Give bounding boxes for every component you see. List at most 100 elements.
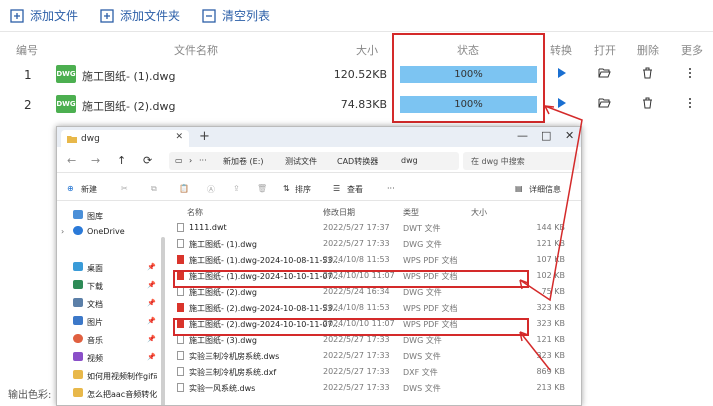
folder-icon: [73, 388, 83, 397]
app-toolbar: 添加文件 添加文件夹 清空列表: [0, 0, 713, 32]
col-date-header[interactable]: 修改日期: [323, 207, 355, 218]
details-button[interactable]: 详细信息: [529, 184, 561, 195]
file-row[interactable]: 施工图纸- (2).dwg-2024-10-08-11-53... 2024/10…: [169, 301, 581, 315]
clear-list-icon: [202, 8, 216, 23]
rename-icon[interactable]: Ⓐ: [207, 184, 215, 195]
file-row[interactable]: 1111.dwt 2022/5/27 17:37 DWT 文件 144 KB: [169, 221, 581, 235]
col-num: 编号: [16, 44, 38, 57]
new-tab-icon[interactable]: +: [199, 129, 210, 144]
pin-icon: 📌: [147, 299, 156, 307]
monitor-icon: ▭: [175, 156, 183, 165]
share-icon[interactable]: ⇪: [233, 184, 240, 193]
breadcrumb-folder3[interactable]: dwg: [401, 156, 418, 165]
sidebar-item-music[interactable]: 音乐 📌: [57, 333, 157, 347]
file-size: 121 KB: [536, 239, 565, 248]
more-icon[interactable]: [688, 67, 692, 82]
chevron-right-icon[interactable]: ›: [61, 227, 64, 236]
copy-icon[interactable]: ⧉: [151, 184, 157, 194]
add-file-button[interactable]: 添加文件: [10, 7, 78, 24]
sidebar-item-label: 视频: [87, 354, 103, 363]
file-row[interactable]: 实验三制冷机房系统.dxf 2022/5/27 17:33 DXF 文件 869 KB: [169, 365, 581, 379]
file-name: 施工图纸- (2).dwg: [189, 288, 258, 297]
file-row[interactable]: 实验三制冷机房系统.dws 2022/5/27 17:33 DWS 文件 323 KB: [169, 349, 581, 363]
new-button[interactable]: 新建: [81, 184, 97, 195]
minimize-icon[interactable]: —: [517, 129, 528, 142]
sidebar-item-onedrive[interactable]: › OneDrive: [57, 225, 157, 239]
play-icon[interactable]: [557, 97, 567, 112]
file-name: 实验三制冷机房系统.dws: [189, 352, 280, 361]
maximize-icon[interactable]: □: [541, 129, 551, 142]
file-date: 2024/10/8 11:53: [323, 255, 390, 264]
table-row[interactable]: 2 DWG 施工图纸- (2).dwg 74.83KB 100%: [0, 93, 713, 117]
sidebar-item-desktop[interactable]: 桌面 📌: [57, 261, 157, 275]
file-type: WPS PDF 文档: [403, 304, 458, 313]
window-close-icon[interactable]: ✕: [565, 129, 574, 142]
sidebar-item-label: 下载: [87, 282, 103, 291]
sidebar-item-label: OneDrive: [87, 227, 125, 236]
trash-icon[interactable]: [642, 97, 653, 112]
file-list: 名称 修改日期 类型 大小 1111.dwt 2022/5/27 17:37 DWT…: [169, 203, 581, 405]
sidebar-item-documents[interactable]: 文档 📌: [57, 297, 157, 311]
file-size: 869 KB: [536, 367, 565, 376]
close-icon[interactable]: ✕: [175, 132, 183, 142]
col-type-header[interactable]: 类型: [403, 207, 419, 218]
output-color-label: 输出色彩:: [8, 390, 52, 401]
cut-icon[interactable]: ✂: [121, 184, 128, 193]
file-type: WPS PDF 文档: [403, 256, 458, 265]
breadcrumb-folder2[interactable]: CAD转换器: [337, 156, 378, 167]
col-delete: 删除: [637, 44, 659, 57]
play-icon[interactable]: [557, 67, 567, 82]
pin-icon: 📌: [147, 353, 156, 361]
col-size-header[interactable]: 大小: [471, 207, 487, 218]
breadcrumb-drive[interactable]: 新加卷 (E:): [223, 156, 264, 167]
file-row[interactable]: 施工图纸- (1).dwg-2024-10-08-11-53... 2024/10…: [169, 253, 581, 267]
forward-icon[interactable]: →: [91, 154, 100, 167]
view-button[interactable]: 查看: [347, 184, 363, 195]
explorer-tab[interactable]: dwg ✕: [61, 130, 189, 147]
sidebar-item-videos[interactable]: 视频 📌: [57, 351, 157, 365]
file-size: 144 KB: [536, 223, 565, 232]
nav-pane-scrollbar[interactable]: [161, 237, 165, 405]
file-date: 2022/5/27 17:33: [323, 351, 390, 360]
col-name: 文件名称: [174, 44, 218, 57]
sort-button[interactable]: 排序: [295, 184, 311, 195]
folder-open-icon[interactable]: [598, 67, 611, 82]
file-row[interactable]: 施工图纸- (1).dwg 2022/5/27 17:33 DWG 文件 121 KB: [169, 237, 581, 251]
pin-icon: 📌: [147, 263, 156, 271]
breadcrumb-sep: ›: [189, 156, 193, 165]
file-icon: [177, 383, 184, 392]
back-icon[interactable]: ←: [67, 154, 76, 167]
sidebar-item-folder[interactable]: 如何用视频制作gif动态图: [57, 369, 157, 383]
refresh-icon[interactable]: ⟳: [143, 154, 152, 167]
table-row[interactable]: 1 DWG 施工图纸- (1).dwg 120.52KB 100%: [0, 63, 713, 87]
add-folder-button[interactable]: 添加文件夹: [100, 7, 180, 24]
search-input[interactable]: 在 dwg 中搜索: [463, 152, 579, 170]
folder-open-icon[interactable]: [598, 97, 611, 112]
clear-list-button[interactable]: 清空列表: [202, 7, 270, 24]
file-icon: [177, 367, 184, 376]
breadcrumb-folder1[interactable]: 测试文件: [285, 156, 317, 167]
tab-title: dwg: [81, 133, 100, 144]
file-icon: [177, 223, 184, 232]
delete-icon[interactable]: 🗑: [257, 184, 267, 193]
address-bar[interactable]: ▭ › ··· 新加卷 (E:) 测试文件 CAD转换器 dwg: [169, 152, 459, 170]
add-file-label: 添加文件: [30, 9, 79, 23]
sidebar-item-gallery[interactable]: 图库: [57, 209, 157, 223]
dwg-file-icon: DWG: [56, 95, 76, 113]
up-icon[interactable]: ↑: [117, 154, 126, 167]
sidebar-item-pictures[interactable]: 图片 📌: [57, 315, 157, 329]
gallery-icon: [73, 210, 83, 219]
nav-pane: 图库 › OneDrive 桌面 📌 下载 📌 文档 📌 图片 📌 音乐 📌 视频 📌 如何用…: [57, 203, 161, 405]
more-icon[interactable]: [688, 97, 692, 112]
col-name-header[interactable]: 名称: [187, 207, 203, 218]
trash-icon[interactable]: [642, 67, 653, 82]
paste-icon[interactable]: 📋: [179, 184, 189, 193]
breadcrumb-ellipsis[interactable]: ···: [199, 156, 207, 165]
command-bar: ⊕ 新建 ✂ ⧉ 📋 Ⓐ ⇪ 🗑 ⇅ 排序 ☰ 查看 ··· ▤ 详细信息: [57, 175, 581, 201]
file-date: 2022/5/24 16:34: [323, 287, 390, 296]
sidebar-item-folder[interactable]: 怎么把aac音频转化为mp: [57, 387, 157, 401]
file-row[interactable]: 实验一风系统.dws 2022/5/27 17:33 DWS 文件 213 KB: [169, 381, 581, 395]
add-folder-label: 添加文件夹: [120, 9, 181, 23]
sidebar-item-downloads[interactable]: 下载 📌: [57, 279, 157, 293]
more-options-button[interactable]: ···: [387, 184, 395, 193]
